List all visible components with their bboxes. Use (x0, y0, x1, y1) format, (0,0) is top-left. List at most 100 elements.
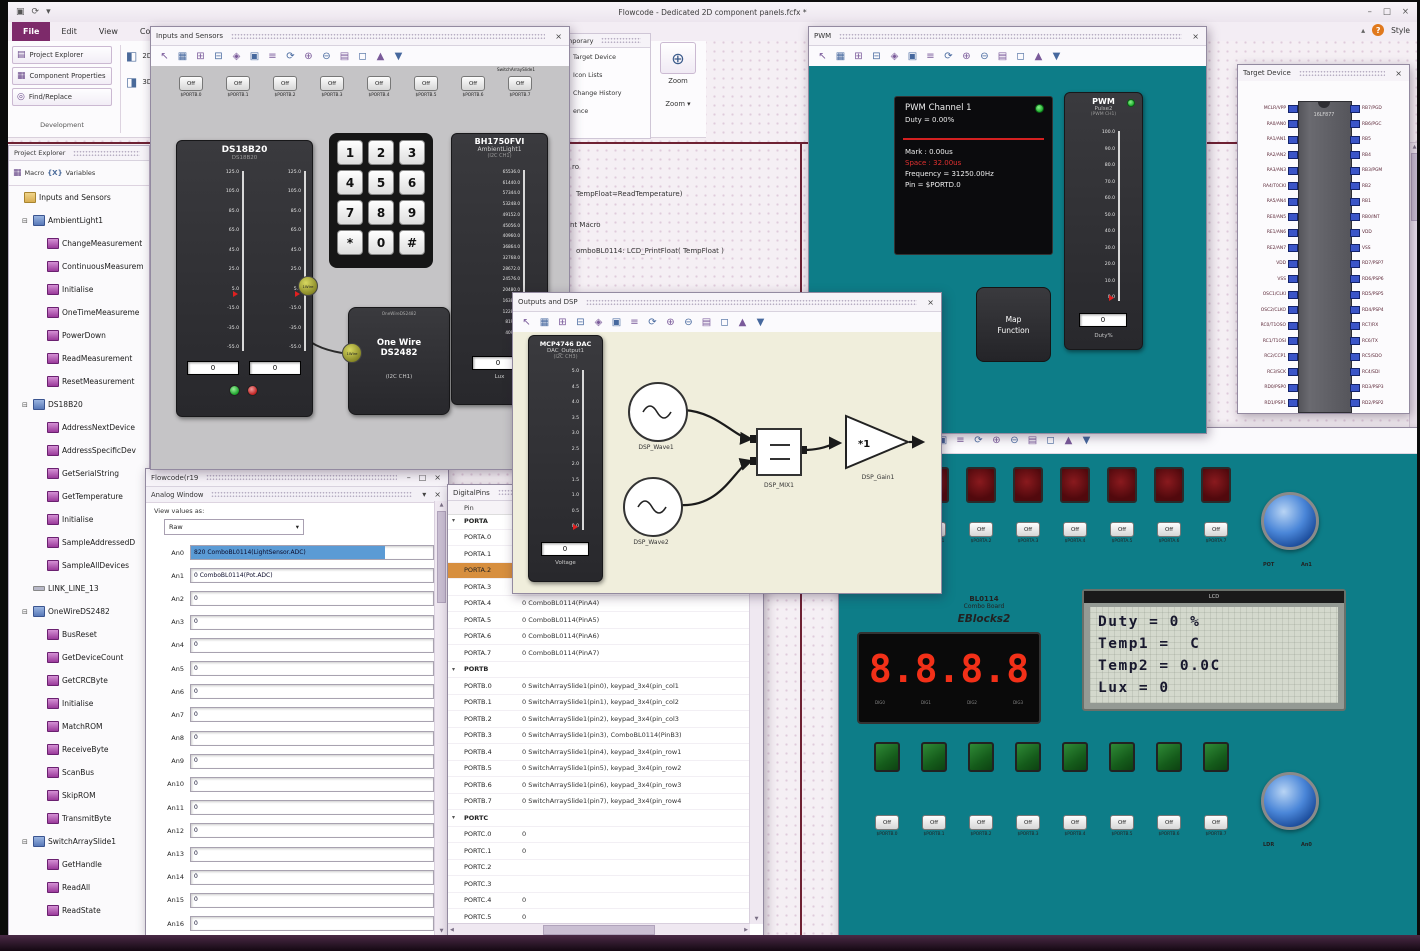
layers-icon[interactable]: ▤ (337, 49, 352, 64)
toggle-switch-button[interactable]: Off (320, 76, 344, 91)
lower-icon[interactable]: ▼ (391, 49, 406, 64)
close-icon[interactable]: × (432, 473, 443, 482)
minimize-button[interactable]: – (1368, 7, 1372, 17)
keypad-key[interactable]: # (399, 230, 425, 255)
pwm-slider-panel[interactable]: PWM Pulse2 (PWM CH1) 100.0 90.0 80.0 70.0 60… (1064, 92, 1143, 350)
title-bar[interactable]: ▣ ⟳ ▾ Flowcode - Dedicated 2D component pa… (8, 2, 1417, 23)
add-panel-icon[interactable]: ⊞ (555, 315, 570, 330)
layers-icon[interactable]: ▤ (1025, 433, 1040, 448)
channel-value-field[interactable]: 0 (190, 591, 434, 607)
analog-channel-row[interactable]: An2 0 (150, 587, 434, 610)
toggle-switch-button[interactable]: Off (875, 815, 899, 830)
target-device-title-bar[interactable]: Target Device × (1238, 65, 1409, 82)
collapse-ribbon-icon[interactable]: ▴ (1361, 26, 1365, 35)
analog-channel-row[interactable]: An0 820 ComboBL0114(LightSensor.ADC) (150, 541, 434, 564)
toggle-switch-button[interactable]: Off (1110, 522, 1134, 537)
scroll-down-icon[interactable]: ▼ (750, 915, 763, 923)
ribbon-tab[interactable]: View (88, 22, 129, 41)
chip-pin[interactable]: RD1/PSP1 (1240, 399, 1298, 408)
digital-pin-row[interactable]: ▾ PORTA.4 0 ComboBL0114(PinA4) (448, 596, 750, 612)
channel-value-field[interactable]: 0 (190, 776, 434, 792)
cursor-icon[interactable]: ↖ (815, 49, 830, 64)
pot-knob[interactable] (1261, 492, 1319, 550)
analog-channel-row[interactable]: An8 0 (150, 727, 434, 750)
toggle-switch-button[interactable]: Off (179, 76, 203, 91)
refresh-icon[interactable]: ⟳ (645, 315, 660, 330)
tree-item[interactable]: ⊟ DS18B20 (9, 393, 149, 416)
refresh-icon[interactable]: ⟳ (971, 433, 986, 448)
toggle-switch-button[interactable]: Off (1157, 522, 1181, 537)
onewire-connector-icon[interactable]: 1Wire (342, 343, 362, 363)
digital-pin-row[interactable]: ▾ PORTC.2 (448, 860, 750, 876)
lower-icon[interactable]: ▼ (753, 315, 768, 330)
analog-channel-row[interactable]: An1 0 ComboBL0114(Pot.ADC) (150, 564, 434, 587)
close-icon[interactable]: × (1393, 69, 1404, 78)
analog-channel-row[interactable]: An16 0 (150, 912, 434, 935)
analog-channel-row[interactable]: An14 0 (150, 866, 434, 889)
style-menu[interactable]: Style (1391, 26, 1410, 35)
tree-item[interactable]: GetDeviceCount (9, 646, 149, 669)
keypad-key[interactable]: 4 (337, 170, 363, 195)
raise-icon[interactable]: ▲ (735, 315, 750, 330)
channel-value-field[interactable]: 0 (190, 823, 434, 839)
toggle-switch-button[interactable]: Off (508, 76, 532, 91)
analog-channel-row[interactable]: An12 0 (150, 819, 434, 842)
frame-icon[interactable]: ◻ (1013, 49, 1028, 64)
digital-pin-row[interactable]: ▾ PORTC.3 (448, 876, 750, 893)
toggle-switch-button[interactable]: Off (1063, 815, 1087, 830)
cursor-icon[interactable]: ↖ (157, 49, 172, 64)
dsp-wave2-block[interactable] (623, 477, 683, 537)
toggle-switch-button[interactable]: Off (969, 815, 993, 830)
dsp-wave1-block[interactable] (628, 382, 688, 442)
variables-icon[interactable]: {X} (47, 169, 62, 177)
raise-icon[interactable]: ▲ (1061, 433, 1076, 448)
zoom-button[interactable]: ⊕ (660, 42, 696, 74)
tree-item[interactable]: ResetMeasurement (9, 370, 149, 393)
pwm-scope-panel[interactable]: PWM Channel 1 Duty = 0.00% Mark : 0.00us… (894, 96, 1053, 255)
chip-pin[interactable]: RD0/PSP0 (1240, 383, 1298, 392)
analog-channel-row[interactable]: An6 0 (150, 680, 434, 703)
chip-pin[interactable]: RB1 (1350, 197, 1408, 206)
digital-pin-row[interactable]: ▾ PORTC (448, 810, 750, 827)
tree-item[interactable]: ⊟ SwitchArraySlide1 (9, 830, 149, 853)
analog-channel-row[interactable]: An5 0 (150, 657, 434, 680)
chip-pin[interactable]: VSS (1350, 244, 1408, 253)
channel-value-field[interactable]: 0 ComboBL0114(Pot.ADC) (190, 568, 434, 584)
pwm-title-bar[interactable]: PWM × (809, 27, 1206, 46)
tree-item[interactable]: ChangeMeasurement (9, 232, 149, 255)
chip-pin[interactable]: RB7/PGD (1350, 104, 1408, 113)
analog-channel-row[interactable]: An4 0 (150, 634, 434, 657)
toggle-switch-button[interactable]: Off (1016, 522, 1040, 537)
ribbon-button[interactable]: ▦ Component Properties (12, 67, 112, 85)
tree-item[interactable]: Inputs and Sensors (9, 186, 149, 209)
help-icon[interactable]: ? (1372, 24, 1385, 36)
digital-pin-row[interactable]: ▾ PORTB.0 0 SwitchArraySlide1(pin0), key… (448, 678, 750, 695)
analog-channel-row[interactable]: An10 0 (150, 773, 434, 796)
toggle-switch-button[interactable]: Off (1110, 815, 1134, 830)
digital-pin-row[interactable]: ▾ PORTB (448, 662, 750, 678)
push-button[interactable] (874, 742, 900, 772)
add-panel-icon[interactable]: ⊞ (193, 49, 208, 64)
chip-pin[interactable]: RD2/PSP2 (1350, 399, 1408, 408)
channel-value-field[interactable]: 0 (190, 684, 434, 700)
frame-icon[interactable]: ◻ (717, 315, 732, 330)
chip-pin[interactable]: RD4/PSP4 (1350, 306, 1408, 315)
chip-pin[interactable]: RA5/AN4 (1240, 197, 1298, 206)
expander-icon[interactable]: ⊟ (22, 608, 30, 616)
digital-pin-row[interactable]: ▾ PORTB.2 0 SwitchArraySlide1(pin2), key… (448, 711, 750, 728)
maximize-icon[interactable]: □ (417, 473, 429, 482)
digital-pin-row[interactable]: ▾ PORTC.4 0 (448, 893, 750, 909)
frame-icon[interactable]: ◻ (355, 49, 370, 64)
layers-icon[interactable]: ▤ (995, 49, 1010, 64)
push-button[interactable] (1203, 742, 1229, 772)
menu-caret-icon[interactable]: ▾ (46, 7, 51, 17)
digital-pin-row[interactable]: ▾ PORTB.1 0 SwitchArraySlide1(pin1), key… (448, 695, 750, 711)
scroll-left-icon[interactable]: ◀ (450, 926, 454, 934)
chip-pin[interactable]: RB0/INT (1350, 213, 1408, 222)
chip-pin[interactable]: RC2/CCP1 (1240, 352, 1298, 361)
chip-pin[interactable]: VDD (1240, 259, 1298, 268)
analog-channel-row[interactable]: An11 0 (150, 796, 434, 819)
group-expander-icon[interactable]: ▾ (448, 517, 464, 524)
channel-value-field[interactable]: 0 (190, 916, 434, 932)
push-button[interactable] (921, 742, 947, 772)
